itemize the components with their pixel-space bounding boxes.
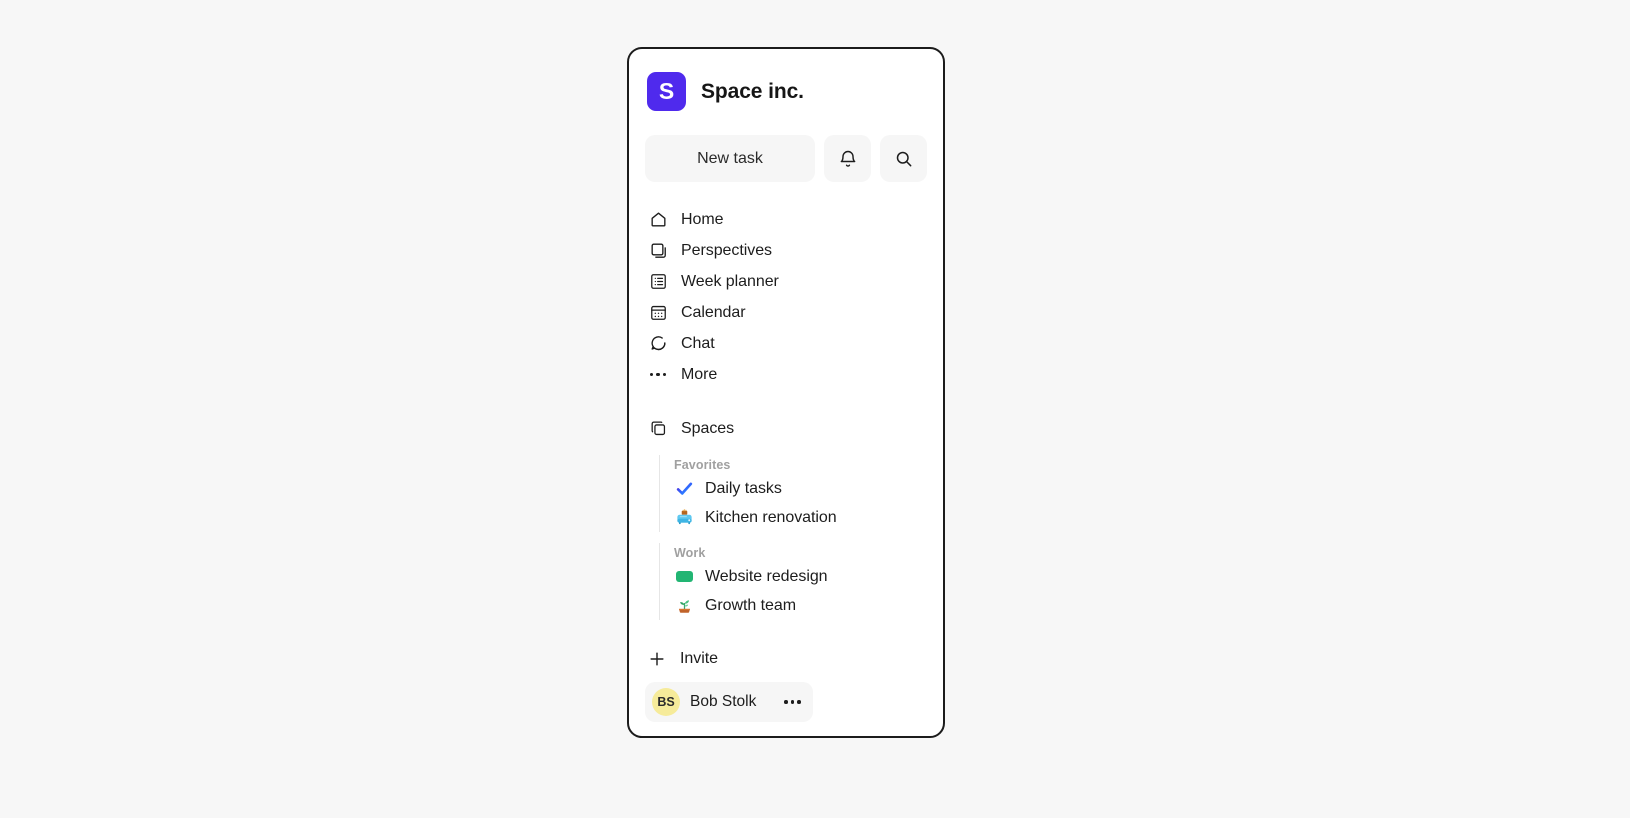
- space-item-label: Kitchen renovation: [705, 508, 837, 526]
- home-icon: [648, 210, 668, 230]
- spaces-section-header[interactable]: Spaces: [645, 413, 927, 444]
- action-bar: New task: [645, 135, 927, 182]
- sidebar-item-chat[interactable]: Chat: [645, 328, 927, 359]
- group-title: Favorites: [674, 457, 731, 472]
- notifications-button[interactable]: [824, 135, 871, 182]
- sidebar-item-calendar[interactable]: Calendar: [645, 297, 927, 328]
- workspace-logo: S: [647, 72, 686, 111]
- spaces-label: Spaces: [681, 419, 735, 437]
- sidebar-item-label: Calendar: [681, 303, 746, 321]
- user-menu-button[interactable]: [784, 700, 801, 704]
- sidebar-item-home[interactable]: Home: [645, 204, 927, 235]
- workspace-header[interactable]: S Space inc.: [645, 69, 927, 111]
- spaces-group-favorites: Favorites Daily tasks Kitchen renovation: [659, 455, 927, 532]
- chat-bubble-icon: [648, 334, 668, 354]
- sidebar-footer: Invite BS Bob Stolk: [645, 643, 927, 722]
- space-item-label: Website redesign: [705, 567, 828, 585]
- sidebar-item-more[interactable]: More: [645, 359, 927, 390]
- ellipsis-icon: [784, 700, 801, 704]
- plus-icon: [647, 649, 667, 669]
- space-item-growth-team[interactable]: Growth team: [674, 591, 927, 620]
- square-stack-icon: [648, 241, 668, 261]
- ellipsis-icon: [648, 365, 668, 385]
- new-task-button[interactable]: New task: [645, 135, 815, 182]
- layers-icon: [648, 419, 668, 439]
- invite-button[interactable]: Invite: [645, 643, 927, 675]
- seedling-emoji: [674, 596, 694, 616]
- workspace-name: Space inc.: [701, 79, 804, 103]
- group-title: Work: [674, 545, 706, 560]
- user-profile-row[interactable]: BS Bob Stolk: [645, 682, 813, 722]
- primary-nav: Home Perspectives Week planner Calendar …: [645, 204, 927, 390]
- sidebar-item-label: Home: [681, 210, 724, 228]
- search-button[interactable]: [880, 135, 927, 182]
- check-mark-emoji: [674, 479, 694, 499]
- space-item-label: Daily tasks: [705, 479, 782, 497]
- search-icon: [894, 149, 914, 169]
- space-item-daily-tasks[interactable]: Daily tasks: [674, 474, 927, 503]
- space-item-label: Growth team: [705, 596, 797, 614]
- user-name: Bob Stolk: [690, 693, 757, 710]
- sidebar-item-label: More: [681, 365, 718, 383]
- sidebar-item-label: Chat: [681, 334, 715, 352]
- invite-label: Invite: [680, 650, 718, 667]
- sidebar-item-label: Perspectives: [681, 241, 772, 259]
- spaces-group-work: Work Website redesign Growth team: [659, 543, 927, 620]
- list-view-icon: [648, 272, 668, 292]
- avatar: BS: [652, 688, 680, 716]
- green-swatch-icon: [674, 567, 694, 587]
- bell-icon: [838, 149, 858, 169]
- toaster-emoji: [674, 508, 694, 528]
- sidebar-item-week-planner[interactable]: Week planner: [645, 266, 927, 297]
- app-background: S Space inc. New task Home Perspectives …: [0, 0, 1630, 818]
- space-item-website-redesign[interactable]: Website redesign: [674, 562, 927, 591]
- sidebar-panel: S Space inc. New task Home Perspectives …: [627, 47, 945, 738]
- space-item-kitchen-renovation[interactable]: Kitchen renovation: [674, 503, 927, 532]
- calendar-icon: [648, 303, 668, 323]
- sidebar-item-label: Week planner: [681, 272, 779, 290]
- sidebar-item-perspectives[interactable]: Perspectives: [645, 235, 927, 266]
